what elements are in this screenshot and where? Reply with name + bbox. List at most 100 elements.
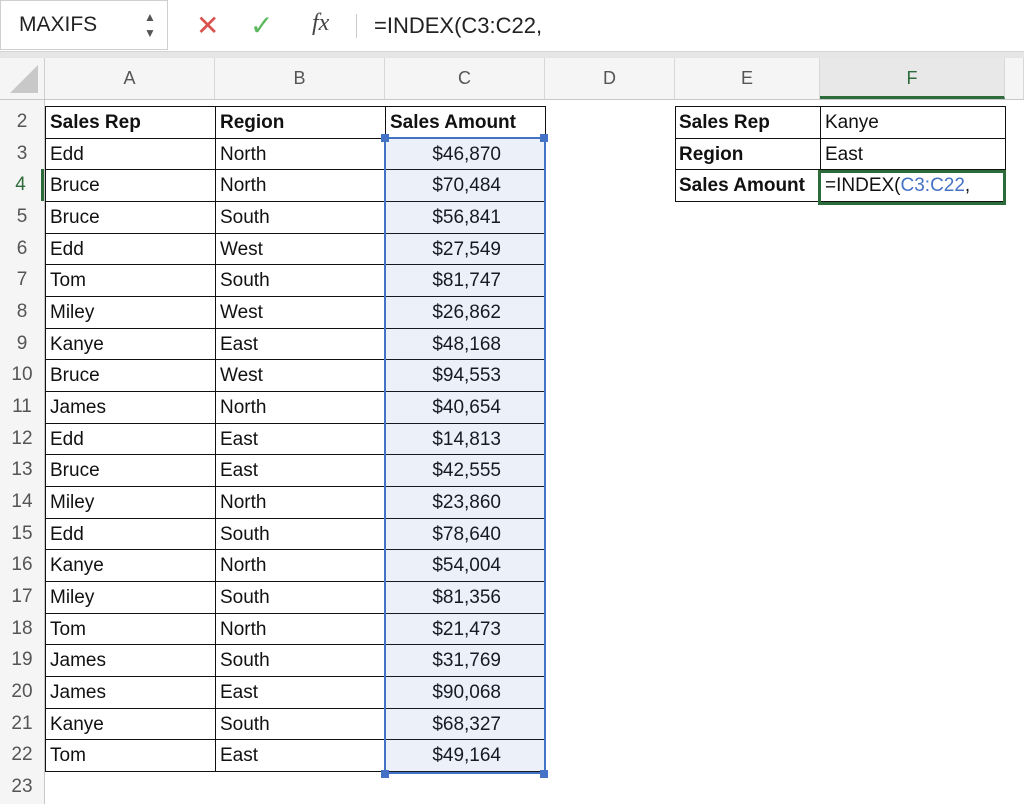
table-cell[interactable]: $68,327	[385, 707, 546, 741]
table-cell[interactable]: Tom	[45, 612, 216, 646]
table-cell[interactable]: South	[215, 201, 386, 234]
table-cell[interactable]: Kanye	[45, 707, 216, 741]
table-cell[interactable]: $90,068	[385, 676, 546, 709]
table-cell[interactable]: West	[215, 232, 386, 266]
row-header-14[interactable]: 14	[0, 486, 44, 518]
name-box[interactable]: MAXIFS ▲ ▼	[0, 0, 168, 50]
table-cell[interactable]: Miley	[45, 296, 216, 329]
table-cell[interactable]: South	[215, 264, 386, 297]
row-header-17[interactable]: 17	[0, 581, 44, 613]
table-cell[interactable]: $48,168	[385, 327, 546, 361]
table-cell[interactable]: Bruce	[45, 169, 216, 202]
column-header-a[interactable]: A	[45, 58, 215, 99]
row-header-3[interactable]: 3	[0, 138, 44, 170]
table-cell[interactable]: Tom	[45, 264, 216, 297]
table-cell[interactable]: $42,555	[385, 454, 546, 488]
table-cell[interactable]: North	[215, 169, 386, 202]
table-cell[interactable]: Tom	[45, 739, 216, 773]
table-cell[interactable]: North	[215, 612, 386, 646]
table-cell[interactable]: Edd	[45, 422, 216, 456]
row-header-10[interactable]: 10	[0, 359, 44, 391]
table-cell[interactable]: North	[215, 391, 386, 424]
row-header-9[interactable]: 9	[0, 328, 44, 360]
table-cell[interactable]: $21,473	[385, 612, 546, 646]
table-cell[interactable]: South	[215, 581, 386, 614]
table-cell[interactable]: South	[215, 707, 386, 741]
table-cell[interactable]: $56,841	[385, 201, 546, 234]
row-header-19[interactable]: 19	[0, 644, 44, 676]
lookup-value[interactable]: Kanye	[820, 106, 1006, 139]
column-header-e[interactable]: E	[675, 58, 820, 99]
table-cell[interactable]: $49,164	[385, 739, 546, 773]
table-cell[interactable]: Miley	[45, 581, 216, 614]
row-header-5[interactable]: 5	[0, 201, 44, 233]
column-header-c[interactable]: C	[385, 58, 545, 99]
formula-input[interactable]: =INDEX(C3:C22,	[374, 13, 542, 39]
row-header-21[interactable]: 21	[0, 708, 44, 740]
row-header-11[interactable]: 11	[0, 391, 44, 423]
table-cell[interactable]: $40,654	[385, 391, 546, 424]
table-cell[interactable]: West	[215, 359, 386, 393]
lookup-label[interactable]: Region	[675, 137, 821, 171]
table-cell[interactable]: $81,356	[385, 581, 546, 614]
table-cell[interactable]: East	[215, 454, 386, 488]
table-header-cell[interactable]: Sales Rep	[45, 106, 216, 139]
name-box-spinner-icon[interactable]: ▲ ▼	[144, 9, 156, 41]
table-header-cell[interactable]: Sales Amount	[385, 106, 546, 139]
table-cell[interactable]: $26,862	[385, 296, 546, 329]
row-header-23[interactable]: 23	[0, 771, 44, 803]
table-cell[interactable]: South	[215, 644, 386, 678]
row-header-16[interactable]: 16	[0, 549, 44, 581]
select-all-button[interactable]	[0, 58, 45, 99]
table-cell[interactable]: West	[215, 296, 386, 329]
table-cell[interactable]: Edd	[45, 232, 216, 266]
row-header-4[interactable]: 4	[0, 169, 44, 201]
table-cell[interactable]: $54,004	[385, 549, 546, 583]
table-cell[interactable]: East	[215, 676, 386, 709]
table-cell[interactable]: East	[215, 422, 386, 456]
column-header-f[interactable]: F	[820, 58, 1005, 99]
insert-function-icon[interactable]: fx	[312, 10, 329, 37]
table-cell[interactable]: North	[215, 549, 386, 583]
table-cell[interactable]: $31,769	[385, 644, 546, 678]
row-header-8[interactable]: 8	[0, 296, 44, 328]
row-header-15[interactable]: 15	[0, 518, 44, 550]
table-cell[interactable]: James	[45, 391, 216, 424]
table-cell[interactable]: $14,813	[385, 422, 546, 456]
row-header-12[interactable]: 12	[0, 423, 44, 455]
table-cell[interactable]: $70,484	[385, 169, 546, 202]
table-cell[interactable]: $46,870	[385, 137, 546, 171]
cancel-icon[interactable]: ✕	[196, 9, 219, 42]
table-cell[interactable]: $81,747	[385, 264, 546, 297]
table-cell[interactable]: $27,549	[385, 232, 546, 266]
table-cell[interactable]: East	[215, 327, 386, 361]
enter-check-icon[interactable]: ✓	[250, 9, 273, 42]
table-cell[interactable]: James	[45, 644, 216, 678]
lookup-value[interactable]: East	[820, 137, 1006, 171]
table-cell[interactable]: East	[215, 739, 386, 773]
table-cell[interactable]: Edd	[45, 517, 216, 551]
row-header-13[interactable]: 13	[0, 454, 44, 486]
column-header-g[interactable]	[1005, 58, 1024, 99]
table-cell[interactable]: South	[215, 517, 386, 551]
column-header-b[interactable]: B	[215, 58, 385, 99]
table-cell[interactable]: James	[45, 676, 216, 709]
table-cell[interactable]: Bruce	[45, 359, 216, 393]
row-header-7[interactable]: 7	[0, 264, 44, 296]
table-cell[interactable]: $94,553	[385, 359, 546, 393]
table-cell[interactable]: North	[215, 137, 386, 171]
row-header-6[interactable]: 6	[0, 233, 44, 265]
row-header-20[interactable]: 20	[0, 676, 44, 708]
row-header-18[interactable]: 18	[0, 613, 44, 645]
table-cell[interactable]: North	[215, 486, 386, 519]
lookup-label[interactable]: Sales Rep	[675, 106, 821, 139]
table-cell[interactable]: $78,640	[385, 517, 546, 551]
column-header-d[interactable]: D	[545, 58, 675, 99]
table-cell[interactable]: Miley	[45, 486, 216, 519]
row-header-22[interactable]: 22	[0, 739, 44, 771]
row-header-2[interactable]: 2	[0, 106, 44, 138]
table-cell[interactable]: Bruce	[45, 454, 216, 488]
table-header-cell[interactable]: Region	[215, 106, 386, 139]
table-cell[interactable]: Edd	[45, 137, 216, 171]
table-cell[interactable]: Bruce	[45, 201, 216, 234]
